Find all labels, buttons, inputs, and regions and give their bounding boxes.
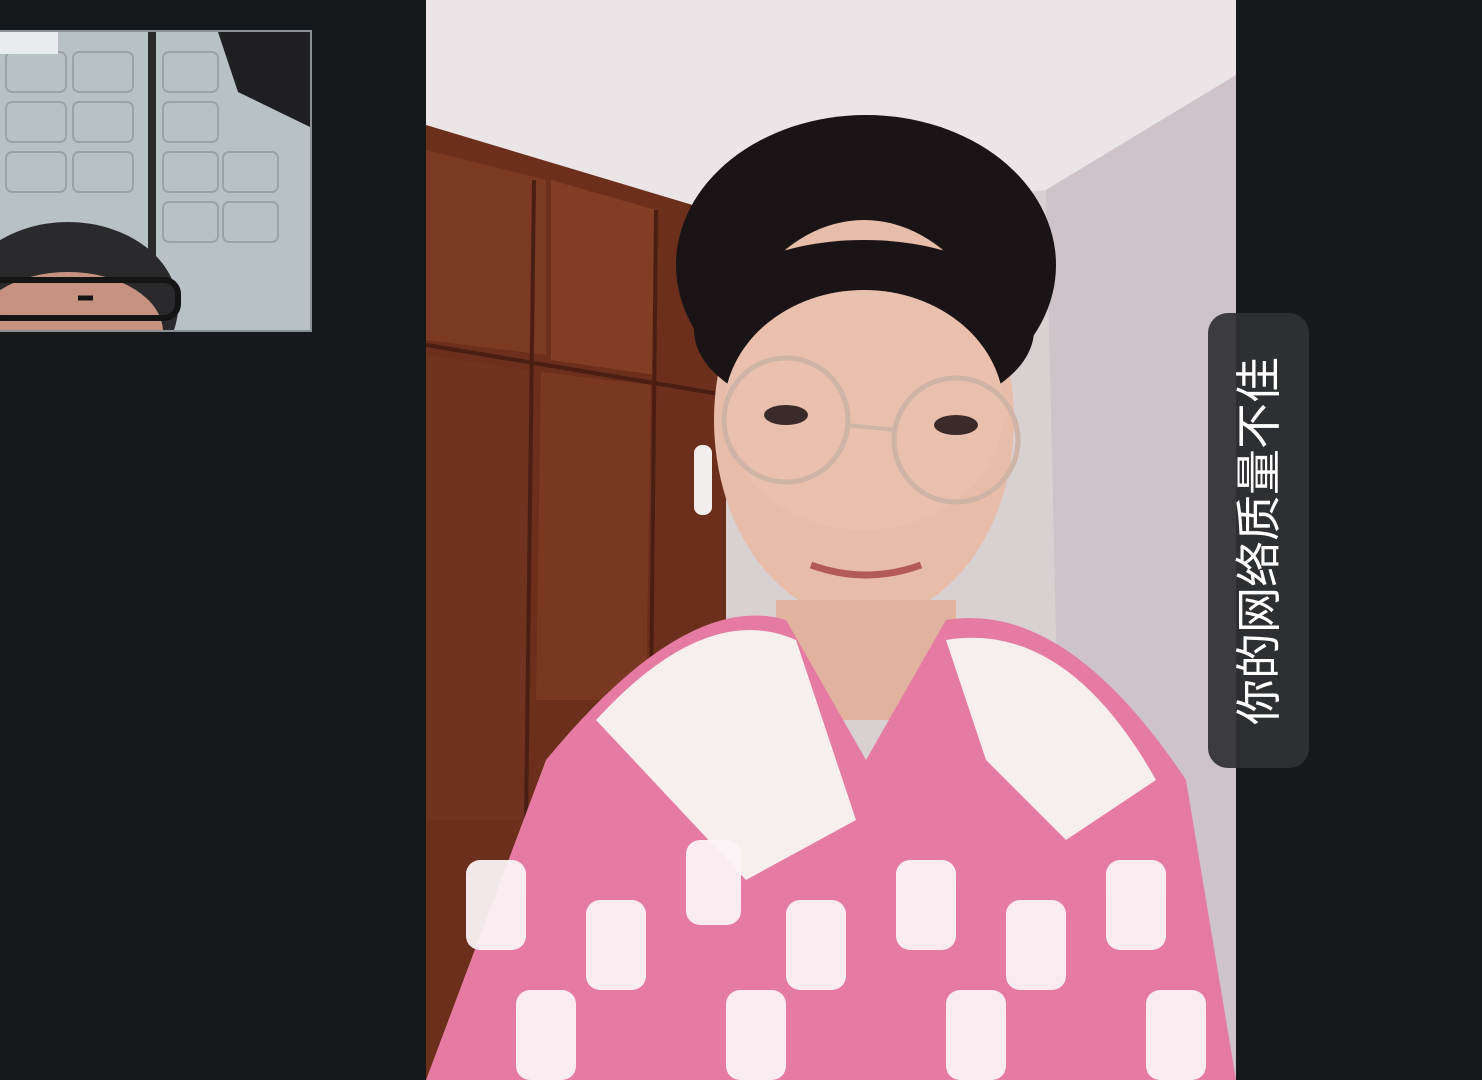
remote-video-frame [426, 0, 1236, 1080]
network-quality-message: 你的网络质量不佳 [1231, 356, 1286, 725]
network-quality-toast: 你的网络质量不佳 [1208, 313, 1309, 768]
remote-video-feed[interactable] [426, 0, 1236, 1080]
self-camera-frame [0, 32, 310, 330]
video-call-screen: 你的网络质量不佳 [0, 0, 1482, 1080]
self-camera-preview[interactable] [0, 30, 312, 332]
